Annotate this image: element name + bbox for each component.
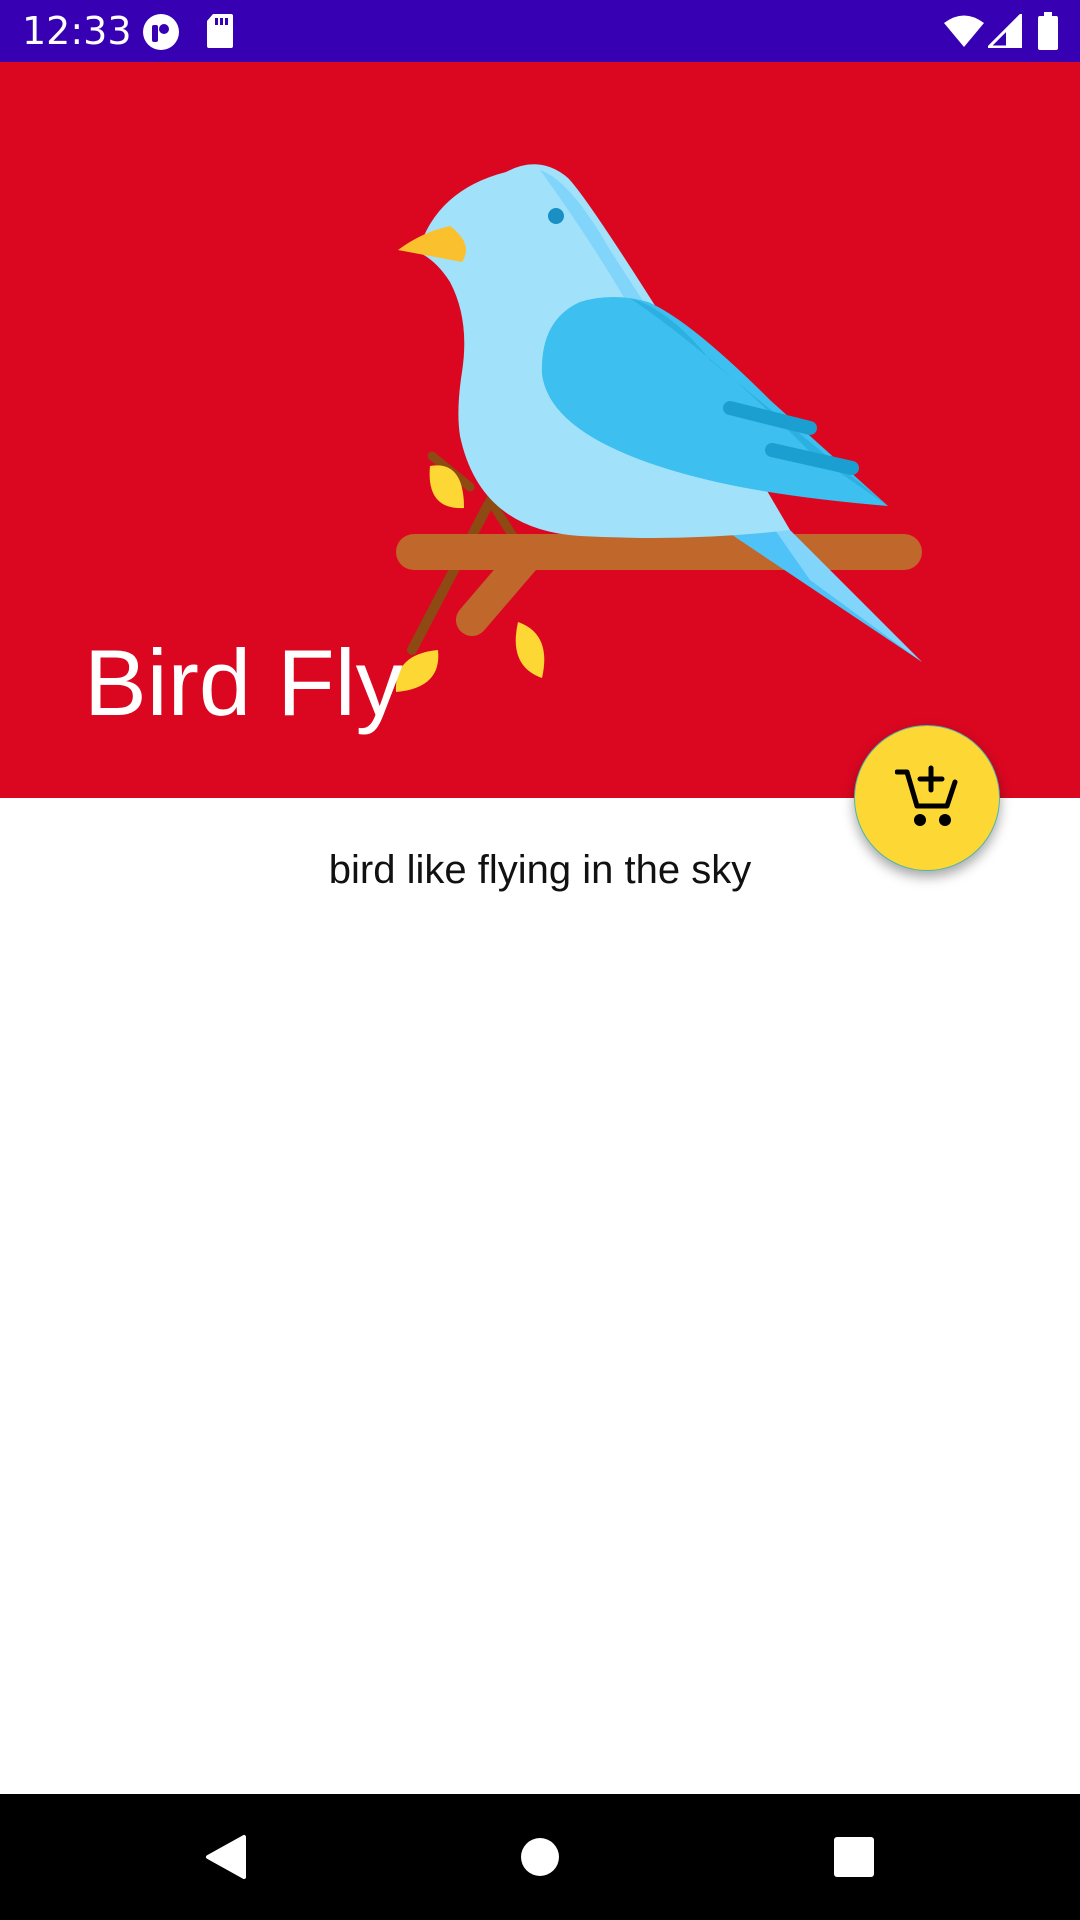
status-time: 12:33 — [22, 9, 132, 53]
sd-card-icon — [206, 13, 234, 54]
recents-button[interactable] — [784, 1794, 924, 1920]
add-to-cart-icon — [895, 765, 958, 826]
navigation-bar — [0, 1794, 1080, 1920]
wifi-icon — [944, 14, 984, 53]
home-button[interactable] — [470, 1794, 610, 1920]
bird-on-branch-illustration — [390, 160, 930, 700]
notification-app-icon — [142, 13, 180, 56]
back-icon — [206, 1835, 246, 1879]
content-sheet — [0, 798, 1080, 1794]
back-button[interactable] — [156, 1794, 296, 1920]
battery-icon — [1038, 12, 1058, 55]
status-bar: 12:33 — [0, 0, 1080, 62]
home-icon — [521, 1838, 559, 1876]
cellular-signal-icon — [985, 11, 1023, 53]
page-title: Bird Fly — [84, 630, 403, 735]
recents-icon — [834, 1837, 874, 1877]
add-to-cart-button[interactable] — [854, 725, 1000, 871]
